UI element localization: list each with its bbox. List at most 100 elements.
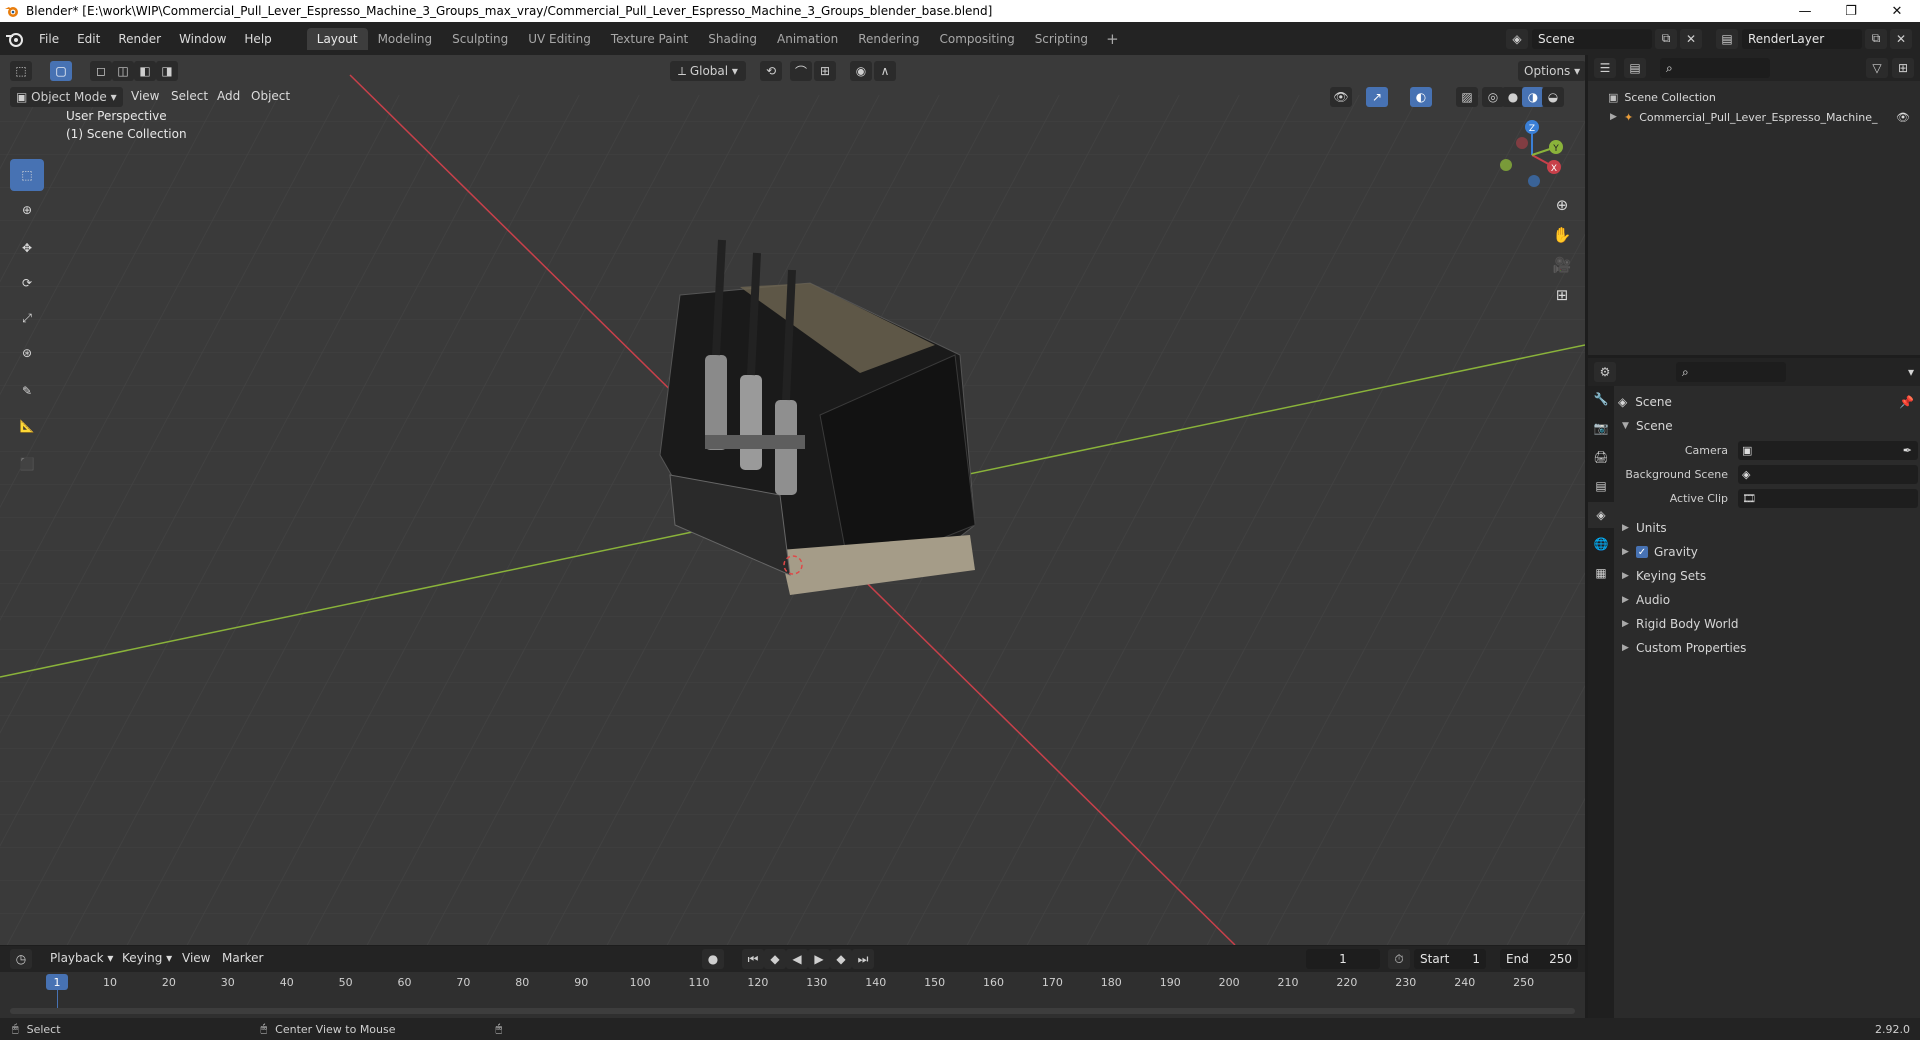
view-layer-tab-icon[interactable]: ▤ (1588, 473, 1614, 499)
background-scene-field[interactable]: ◈ (1738, 464, 1918, 484)
panel-gravity[interactable]: ▶ ✓ Gravity (1618, 540, 1918, 564)
add-cube-tool-icon[interactable]: ⬛ (10, 448, 44, 480)
tab-modeling[interactable]: Modeling (368, 28, 443, 50)
panel-audio[interactable]: ▶ Audio (1618, 588, 1918, 612)
proportional-edit-icon[interactable]: ◉ (850, 61, 872, 81)
timeline-editor-type-icon[interactable]: ◷ (10, 949, 32, 969)
shading-solid-icon[interactable]: ● (1502, 87, 1524, 107)
viewport-menu-view[interactable]: View (131, 89, 159, 103)
active-clip-field[interactable]: 🎞 (1738, 488, 1918, 508)
jump-end-icon[interactable]: ⏭ (852, 949, 874, 969)
world-tab-icon[interactable]: 🌐 (1588, 531, 1614, 557)
scene-name-field[interactable]: Scene (1532, 28, 1652, 49)
select-mode-extend-icon[interactable]: ◫ (112, 61, 134, 81)
rotate-tool-icon[interactable]: ⟳ (10, 267, 44, 299)
blender-menu-icon[interactable] (0, 28, 30, 50)
panel-rigid-body-world[interactable]: ▶ Rigid Body World (1618, 612, 1918, 636)
end-frame-field[interactable]: End 250 (1500, 949, 1578, 969)
zoom-icon[interactable]: ⊕ (1548, 191, 1576, 219)
tab-scripting[interactable]: Scripting (1025, 28, 1098, 50)
scene-selector-icon[interactable]: ◈ (1506, 28, 1528, 49)
viewport-menu-object[interactable]: Object (251, 89, 290, 103)
pivot-point-icon[interactable]: ⟲ (760, 61, 782, 81)
xray-toggle-icon[interactable]: ▨ (1456, 87, 1478, 107)
timeline-menu-keying[interactable]: Keying ▾ (122, 951, 172, 965)
panel-units[interactable]: ▶ Units (1618, 516, 1918, 540)
select-mode-new-icon[interactable]: ◻ (90, 61, 112, 81)
editor-type-icon[interactable]: ⬚ (10, 61, 32, 81)
snap-icon[interactable]: ⌒ (790, 61, 812, 81)
viewport-grid[interactable] (0, 55, 1585, 945)
close-button[interactable]: ✕ (1874, 0, 1920, 22)
cursor-tool-icon[interactable]: ⊕ (10, 194, 44, 226)
navigation-gizmo[interactable]: Z X Y (1492, 115, 1572, 195)
menu-window[interactable]: Window (170, 28, 235, 50)
menu-edit[interactable]: Edit (68, 28, 109, 50)
pan-hand-icon[interactable]: ✋ (1548, 221, 1576, 249)
outliner-search-input[interactable]: ⌕ (1660, 58, 1770, 78)
delete-renderlayer-icon[interactable]: ✕ (1890, 28, 1912, 49)
new-scene-icon[interactable]: ⧉ (1655, 28, 1677, 49)
timeline-menu-view[interactable]: View (182, 951, 210, 965)
timeline-menu-marker[interactable]: Marker (222, 951, 263, 965)
tab-compositing[interactable]: Compositing (929, 28, 1024, 50)
delete-scene-icon[interactable]: ✕ (1680, 28, 1702, 49)
shading-rendered-icon[interactable]: ◒ (1542, 87, 1564, 107)
properties-editor-type-icon[interactable]: ⚙ (1594, 362, 1616, 382)
output-tab-icon[interactable]: 🖨 (1588, 444, 1614, 470)
tree-scene-collection[interactable]: ▣ Scene Collection (1588, 87, 1920, 107)
tab-shading[interactable]: Shading (698, 28, 767, 50)
minimize-button[interactable]: — (1782, 0, 1828, 22)
timeline-ruler[interactable]: 1 10 20 30 40 50 60 70 80 90 100 110 120 130 140 150 16… (0, 972, 1585, 1018)
3d-viewport[interactable]: ⬚ ▢ ◻ ◫ ◧ ◨ ⟂ Global ▾ ⟲ ⌒ ⊞ ◉ ∧ Options… (0, 55, 1585, 945)
select-tool-icon[interactable]: ⬚ (10, 159, 44, 191)
tool-tab-icon[interactable]: 🔧 (1588, 386, 1614, 412)
viewport-menu-select[interactable]: Select (171, 89, 208, 103)
start-frame-field[interactable]: Start 1 (1414, 949, 1486, 969)
menu-help[interactable]: Help (235, 28, 280, 50)
next-keyframe-icon[interactable]: ◆ (830, 949, 852, 969)
tab-uv-editing[interactable]: UV Editing (518, 28, 601, 50)
current-frame-field[interactable]: 1 (1306, 949, 1380, 969)
scene-tab-icon[interactable]: ◈ (1588, 502, 1614, 528)
play-reverse-icon[interactable]: ◀ (786, 949, 808, 969)
viewport-menu-add[interactable]: Add (217, 89, 240, 103)
tab-rendering[interactable]: Rendering (848, 28, 929, 50)
scale-tool-icon[interactable]: ⤢ (10, 302, 44, 334)
select-box-mode-icon[interactable]: ▢ (50, 61, 72, 81)
options-dropdown[interactable]: Options ▾ (1518, 61, 1585, 81)
tab-animation[interactable]: Animation (767, 28, 848, 50)
outliner-editor-type-icon[interactable]: ☰ (1594, 58, 1616, 78)
falloff-icon[interactable]: ∧ (874, 61, 896, 81)
ortho-toggle-icon[interactable]: ⊞ (1548, 281, 1576, 309)
properties-options-icon[interactable]: ▾ (1908, 365, 1914, 379)
renderlayer-selector-icon[interactable]: ▤ (1716, 28, 1738, 49)
tab-sculpting[interactable]: Sculpting (442, 28, 518, 50)
render-tab-icon[interactable]: 📷 (1588, 415, 1614, 441)
filter-icon[interactable]: ▽ (1866, 58, 1888, 78)
select-mode-subtract-icon[interactable]: ◧ (134, 61, 156, 81)
measure-tool-icon[interactable]: 📐 (10, 410, 44, 442)
shading-wireframe-icon[interactable]: ◎ (1482, 87, 1504, 107)
properties-search-input[interactable]: ⌕ (1676, 362, 1786, 382)
new-collection-icon[interactable]: ⊞ (1892, 58, 1914, 78)
panel-custom-properties[interactable]: ▶ Custom Properties (1618, 636, 1918, 660)
timeline-menu-playback[interactable]: Playback ▾ (50, 951, 113, 965)
timeline-scrollbar[interactable] (10, 1008, 1575, 1014)
renderlayer-name-field[interactable]: RenderLayer (1742, 28, 1862, 49)
record-keyframe-icon[interactable]: ● (702, 949, 724, 969)
overlays-toggle-icon[interactable]: ◐ (1410, 87, 1432, 107)
tab-layout[interactable]: Layout (306, 27, 368, 50)
panel-keying-sets[interactable]: ▶ Keying Sets (1618, 564, 1918, 588)
camera-view-icon[interactable]: 🎥 (1548, 251, 1576, 279)
jump-start-icon[interactable]: ⏮ (742, 949, 764, 969)
pin-icon[interactable]: 📌 (1899, 395, 1914, 409)
object-mode-dropdown[interactable]: ▣ Object Mode ▾ (10, 87, 123, 107)
restore-button[interactable]: ❐ (1828, 0, 1874, 22)
playhead-frame-marker[interactable]: 1 (46, 974, 68, 990)
tree-item-espresso-machine[interactable]: ▶ ✦ Commercial_Pull_Lever_Espresso_Machi… (1588, 107, 1920, 127)
eye-visibility-icon[interactable]: 👁 (1896, 111, 1910, 124)
visibility-icon[interactable]: 👁 (1330, 87, 1352, 107)
expand-arrow-icon[interactable]: ▶ (1610, 112, 1624, 122)
new-renderlayer-icon[interactable]: ⧉ (1865, 28, 1887, 49)
